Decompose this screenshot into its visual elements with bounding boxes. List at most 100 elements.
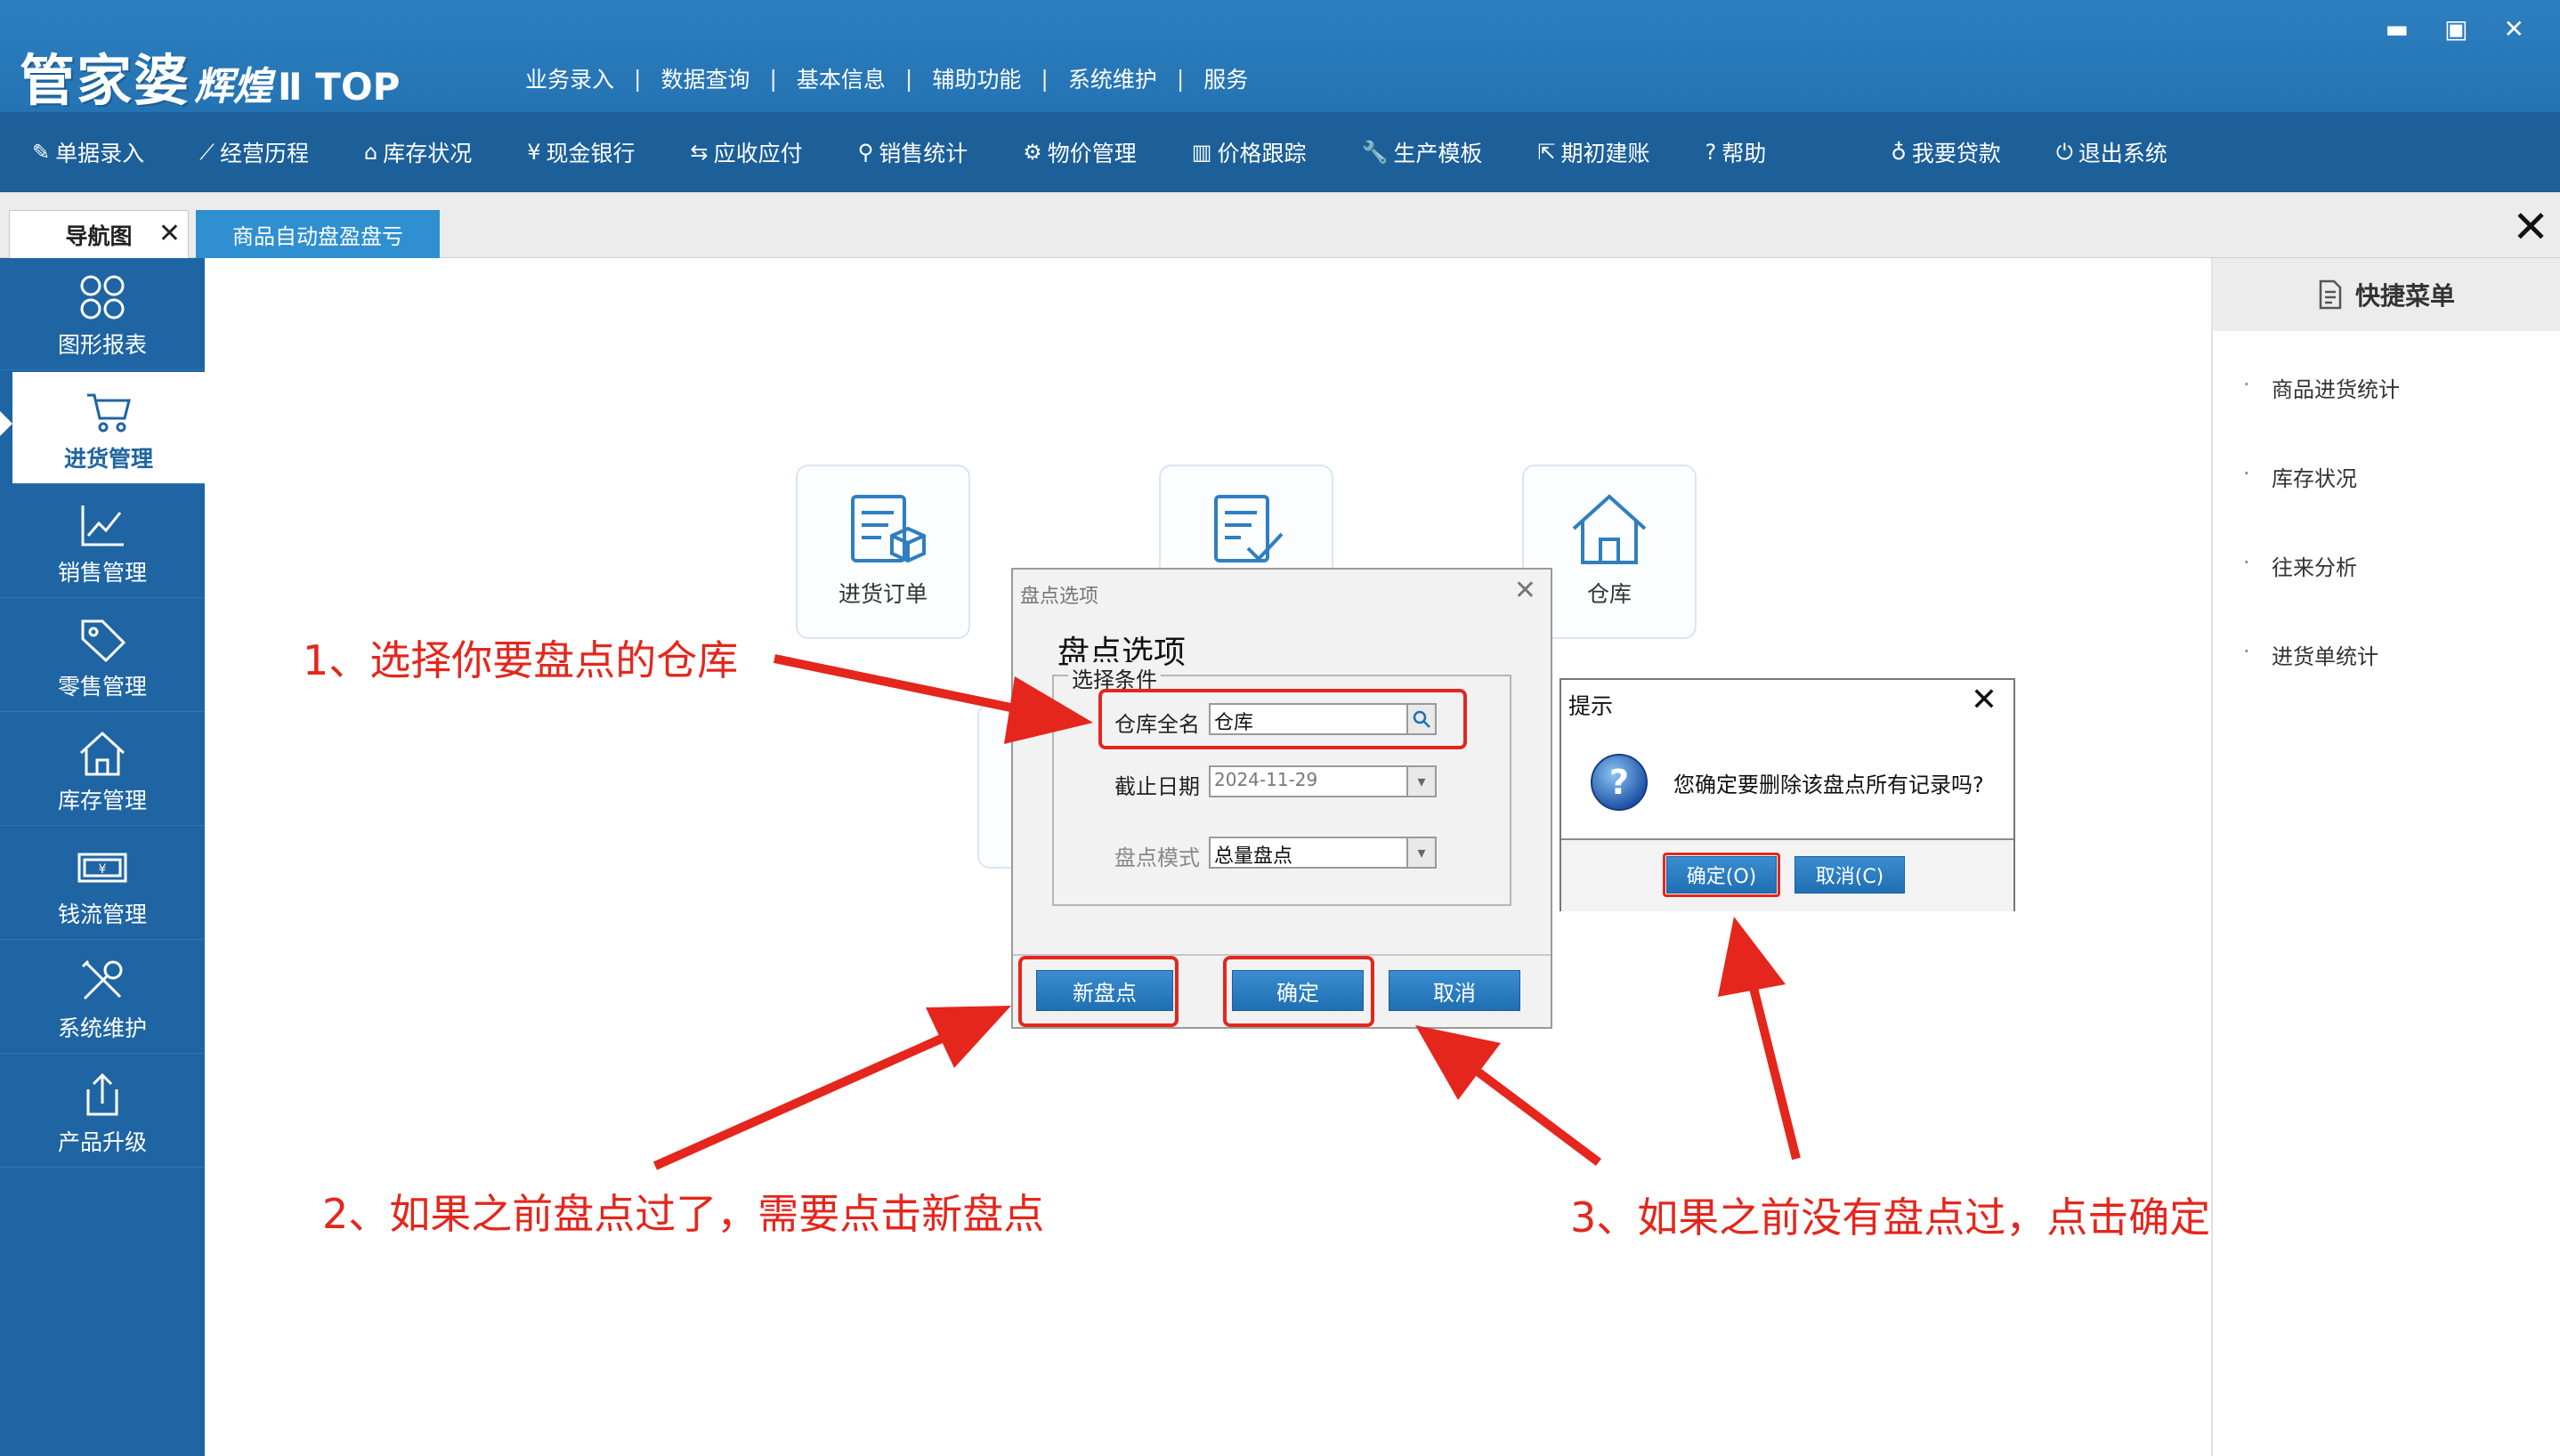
close-icon[interactable]: ✕ — [2504, 14, 2524, 44]
toolbar-opening-accounts[interactable]: ⇱ 期初建账 — [1537, 136, 1649, 168]
quick-menu-item[interactable]: 进货单统计 — [2243, 639, 2378, 670]
toolbar-label: 单据录入 — [55, 141, 145, 166]
sidebar-item-label: 库存管理 — [57, 788, 147, 813]
sidebar-item-purchase-management[interactable]: 进货管理 — [12, 372, 205, 484]
sidebar-item-label: 产品升级 — [57, 1129, 147, 1155]
menu-system-maintenance[interactable]: 系统维护 — [1049, 62, 1177, 94]
home-icon: ⌂ — [363, 140, 378, 165]
quick-menu-item[interactable]: 库存状况 — [2243, 461, 2357, 492]
tab-label: 导航图 — [65, 222, 133, 249]
menu-data-query[interactable]: 数据查询 — [641, 62, 769, 94]
close-icon[interactable]: ✕ — [1971, 682, 1997, 718]
bar-chart-icon: ▥ — [1191, 140, 1212, 165]
cash-icon: ¥ — [77, 853, 127, 883]
toolbar-production-template[interactable]: 🔧 生产模板 — [1361, 136, 1482, 168]
toolbar-label: 库存状况 — [383, 141, 473, 166]
close-icon[interactable]: ✕ — [1514, 575, 1536, 606]
sidebar-item-label: 系统维护 — [57, 1015, 147, 1041]
sidebar-item-cashflow-management[interactable]: ¥ 钱流管理 — [0, 828, 205, 940]
arrow-step3a — [1475, 1068, 1601, 1166]
yen-icon: ¥ — [527, 140, 541, 165]
sidebar-item-sales-management[interactable]: 销售管理 — [0, 486, 205, 598]
confirm-message: 您确定要删除该盘点所有记录吗? — [1673, 772, 1984, 797]
quick-menu-item[interactable]: 商品进货统计 — [2243, 372, 2400, 403]
sidebar-item-label: 进货管理 — [63, 446, 153, 472]
price-tag-icon — [81, 619, 126, 663]
sidebar-item-system-maintenance[interactable]: 系统维护 — [0, 942, 205, 1054]
sidebar-item-label: 图形报表 — [57, 332, 147, 358]
date-value: 2024-11-29 — [1214, 769, 1318, 790]
toolbar-sales-stats[interactable]: ⚲ 销售统计 — [858, 136, 968, 168]
dialog-titlebar: 盘点选项 ✕ — [1013, 570, 1551, 614]
document-edit-icon: ✎ — [32, 140, 51, 165]
toolbar-label: 销售统计 — [879, 141, 968, 166]
chevron-down-icon[interactable]: ▾ — [1406, 765, 1437, 797]
confirm-cancel-button[interactable]: 取消(C) — [1794, 856, 1905, 894]
arrow-step2-head — [926, 1006, 1011, 1068]
toolbar-loan[interactable]: ♁ 我要贷款 — [1891, 136, 2001, 168]
tab-navigation-map[interactable]: 导航图 ✕ — [9, 210, 189, 258]
toolbar-cash-bank[interactable]: ¥ 现金银行 — [527, 136, 635, 168]
end-date-field[interactable]: 2024-11-29 ▾ — [1209, 765, 1437, 797]
dialog-window-title: 盘点选项 — [1020, 586, 1099, 608]
menu-business-entry[interactable]: 业务录入 — [506, 62, 634, 94]
tab-strip: 导航图 ✕ 商品自动盘盈盘亏 ✕ — [0, 192, 2560, 258]
annotation-step2: 2、如果之前盘点过了，需要点击新盘点 — [322, 1190, 1045, 1238]
sidebar-active-notch — [0, 411, 12, 436]
sidebar-item-product-upgrade[interactable]: 产品升级 — [0, 1056, 205, 1168]
toolbar-label: 经营历程 — [219, 141, 309, 166]
close-icon[interactable]: ✕ — [158, 218, 181, 249]
help-icon: ? — [1705, 140, 1717, 165]
tab-auto-stock-count[interactable]: 商品自动盘盈盘亏 — [196, 210, 440, 258]
annotation-step1: 1、选择你要盘点的仓库 — [303, 636, 739, 684]
tile-label: 进货订单 — [838, 581, 928, 607]
toolbar-price-management[interactable]: ⚙ 物价管理 — [1023, 136, 1137, 168]
tile-purchase-order[interactable]: 进货订单 — [796, 465, 970, 639]
toolbar-exit-system[interactable]: ⏻ 退出系统 — [2056, 136, 2167, 168]
house-icon — [79, 731, 126, 776]
quick-menu-item[interactable]: 往来分析 — [2243, 550, 2357, 581]
logo-main-text: 管家婆 — [20, 48, 191, 113]
close-all-tabs-icon[interactable]: ✕ — [2512, 205, 2549, 249]
toolbar-business-history[interactable]: ⟋ 经营历程 — [199, 136, 309, 168]
wrench-icon: 🔧 — [1361, 140, 1389, 165]
sidebar-item-label: 销售管理 — [57, 560, 147, 586]
toolbar-label: 生产模板 — [1393, 141, 1483, 166]
mode-value: 总量盘点 — [1214, 845, 1293, 868]
search-icon: ⚲ — [857, 140, 874, 165]
warehouse-icon — [1572, 494, 1647, 564]
sidebar-item-retail-management[interactable]: 零售管理 — [0, 600, 205, 712]
cancel-button[interactable]: 取消 — [1389, 970, 1520, 1011]
toolbar-document-entry[interactable]: ✎ 单据录入 — [32, 136, 144, 168]
upload-icon — [86, 1072, 118, 1116]
menu-aux-functions[interactable]: 辅助功能 — [912, 62, 1041, 94]
highlight-new-count-button — [1018, 956, 1179, 1027]
menu-service[interactable]: 服务 — [1184, 62, 1268, 94]
external-link-icon: ⇱ — [1537, 140, 1556, 165]
toolbar-price-tracking[interactable]: ▥ 价格跟踪 — [1192, 136, 1307, 168]
sidebar-item-label: 钱流管理 — [57, 902, 147, 927]
toolbar-label: 价格跟踪 — [1217, 141, 1307, 166]
arrow-step3b — [1749, 986, 1801, 1161]
toolbar-label: 帮助 — [1722, 141, 1767, 166]
confirm-dialog: 提示 ✕ ? 您确定要删除该盘点所有记录吗? 确定(O) 取消(C) — [1559, 678, 2015, 911]
sidebar-item-graphic-reports[interactable]: 图形报表 — [0, 258, 205, 370]
money-bag-icon: ♁ — [1891, 140, 1907, 165]
toolbar-help[interactable]: ? 帮助 — [1705, 136, 1766, 168]
toolbar-label: 现金银行 — [546, 141, 636, 166]
svg-text:¥: ¥ — [99, 862, 107, 877]
toolbar-stock-status[interactable]: ⌂ 库存状况 — [364, 136, 472, 168]
count-mode-select[interactable]: 总量盘点 ▾ — [1209, 837, 1437, 869]
minimize-icon[interactable]: ▬ — [2386, 14, 2409, 44]
arrow-step3a-head — [1415, 1025, 1501, 1100]
toolbar-receivable-payable[interactable]: ⇆ 应收应付 — [691, 136, 803, 168]
chevron-down-icon[interactable]: ▾ — [1406, 837, 1437, 869]
arrow-step2 — [652, 1033, 946, 1170]
date-label: 截止日期 — [1114, 774, 1200, 799]
top-menu: 业务录入 | 数据查询 | 基本信息 | 辅助功能 | 系统维护 | 服务 — [506, 62, 1268, 94]
sidebar-item-stock-management[interactable]: 库存管理 — [0, 714, 205, 826]
toolbar: ✎ 单据录入 ⟋ 经营历程 ⌂ 库存状况 ¥ 现金银行 ⇆ 应收应付 ⚲ 销售统计 ⚙ 物价管… — [0, 112, 2560, 192]
line-chart-icon: ⟋ — [199, 140, 215, 165]
maximize-icon[interactable]: ▣ — [2444, 14, 2467, 44]
menu-basic-info[interactable]: 基本信息 — [777, 62, 905, 94]
